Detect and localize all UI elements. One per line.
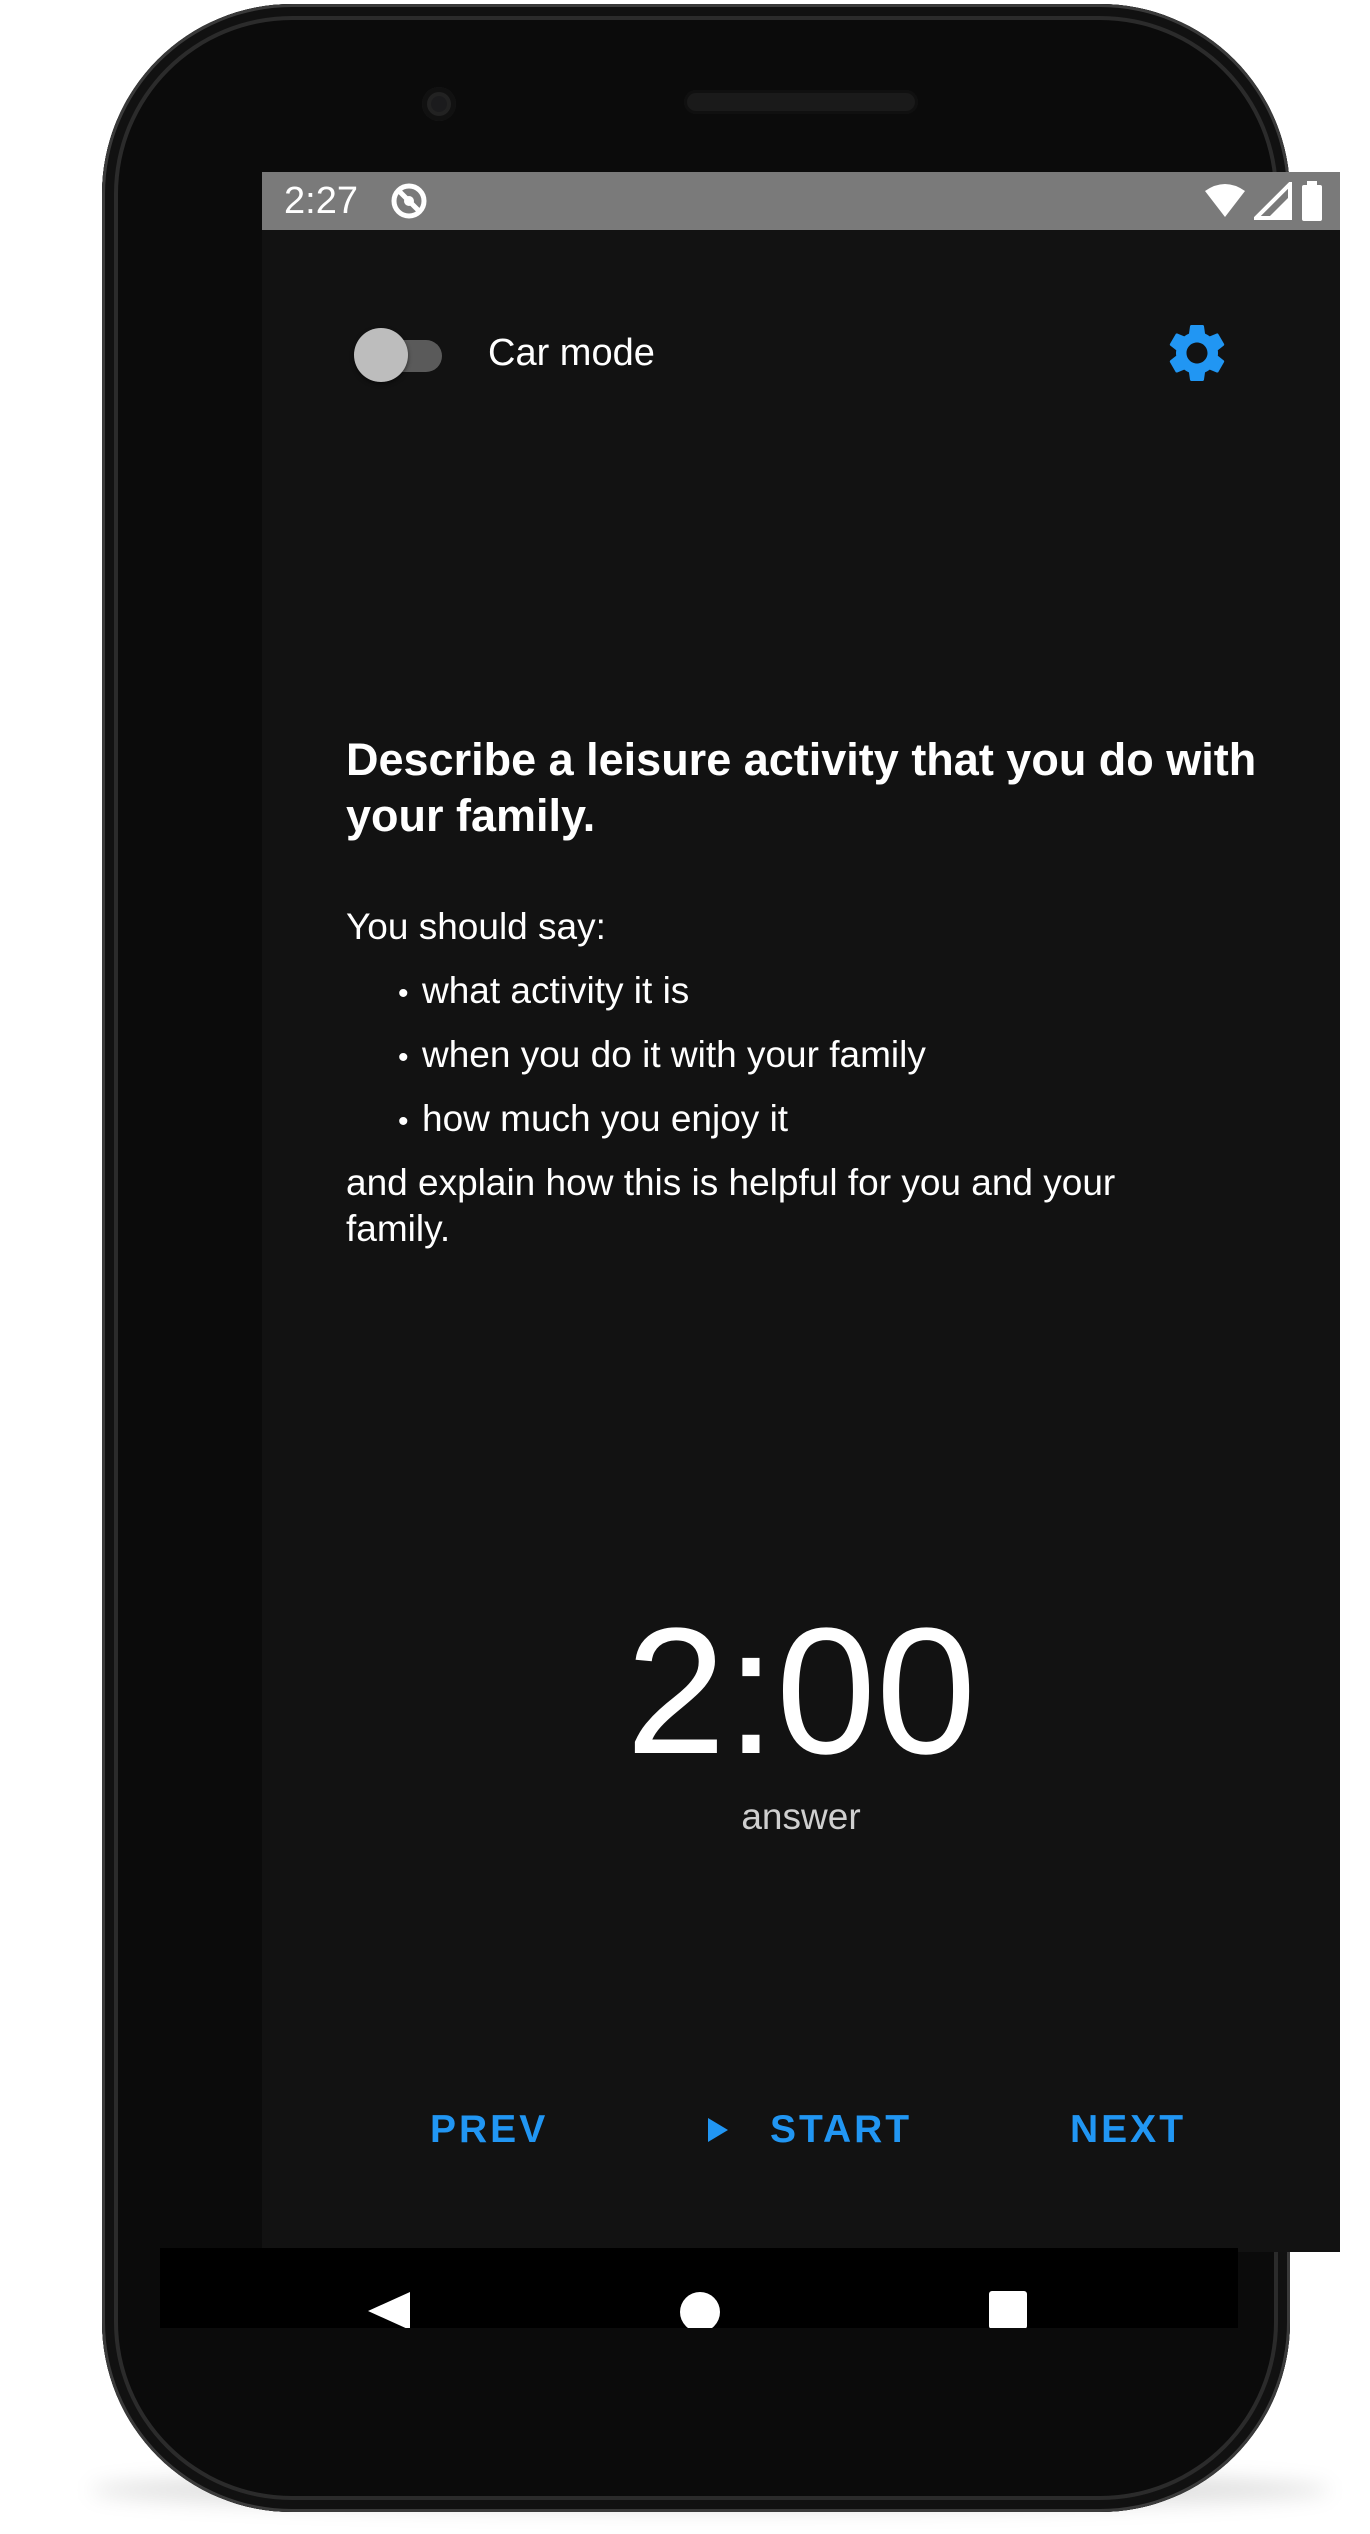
app-screen: 2:27 Car mode Describe a leisure activit…: [262, 172, 1340, 2252]
list-item: • when you do it with your family: [398, 1032, 926, 1096]
start-button-label: START: [770, 2108, 913, 2151]
battery-icon: [1302, 181, 1322, 221]
recents-icon[interactable]: [988, 2290, 1028, 2328]
front-camera: [422, 87, 456, 121]
list-item: • what activity it is: [398, 968, 926, 1032]
status-icons: [1204, 180, 1324, 222]
next-button[interactable]: NEXT: [1070, 2102, 1186, 2158]
home-icon[interactable]: [678, 2290, 722, 2328]
earpiece-speaker: [684, 90, 918, 114]
gear-icon[interactable]: [1162, 318, 1232, 388]
status-bar: 2:27: [262, 172, 1340, 230]
start-button[interactable]: START: [702, 2102, 912, 2158]
bullet-text: when you do it with your family: [422, 1034, 926, 1075]
app-notification-icon: [391, 183, 427, 219]
car-mode-label: Car mode: [488, 332, 655, 374]
bullet-text: how much you enjoy it: [422, 1098, 789, 1139]
bullet-text: what activity it is: [422, 970, 690, 1011]
question-title: Describe a leisure activity that you do …: [346, 734, 1257, 841]
prompt-outro: and explain how this is helpful for you …: [346, 1162, 1116, 1249]
prompt-bullet-list: • what activity it is • when you do it wit…: [398, 968, 926, 1160]
countdown-timer: 2:00: [625, 1591, 977, 1792]
prev-button[interactable]: PREV: [430, 2102, 548, 2158]
back-icon[interactable]: [366, 2290, 412, 2328]
switch-thumb: [354, 328, 408, 382]
signal-icon: [1254, 182, 1292, 220]
navigation-bar: [160, 2248, 1238, 2328]
wifi-icon: [1205, 184, 1245, 217]
bullet-icon: •: [398, 1041, 409, 1074]
bullet-icon: •: [398, 1105, 409, 1138]
play-icon: [708, 2118, 728, 2142]
status-time: 2:27: [284, 180, 358, 222]
bullet-icon: •: [398, 977, 409, 1010]
phone-frame: 2:27 Car mode Describe a leisure activit…: [102, 4, 1340, 2512]
list-item: • how much you enjoy it: [398, 1096, 926, 1160]
car-mode-switch[interactable]: [354, 324, 444, 384]
timer-phase-label: answer: [741, 1796, 861, 1837]
prompt-intro: You should say:: [346, 906, 606, 947]
